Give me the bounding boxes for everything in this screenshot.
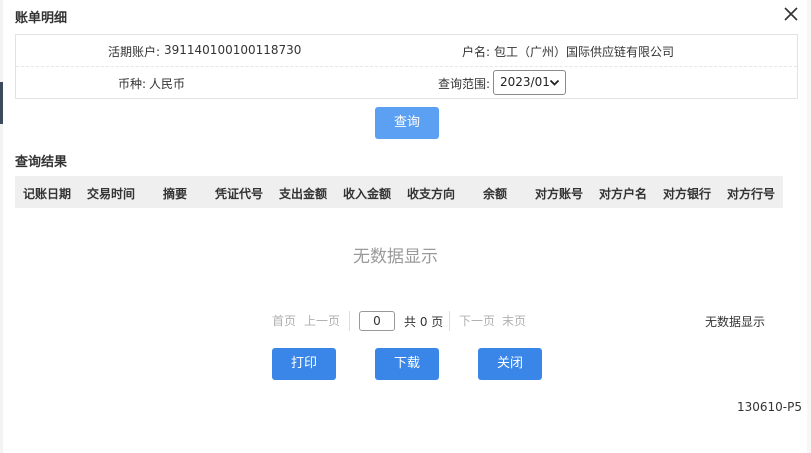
account-label: 活期账户:: [107, 45, 160, 59]
query-range-value: 2023/01: [500, 75, 550, 89]
pager-status: 无数据显示: [705, 315, 766, 329]
column-header: 收支方向: [406, 187, 455, 201]
empty-state-text: 无数据显示: [353, 247, 438, 267]
download-button[interactable]: 下载: [375, 348, 439, 380]
last-page-link[interactable]: 末页: [502, 312, 526, 329]
column-header: 对方户名: [598, 187, 647, 201]
results-title: 查询结果: [15, 155, 68, 170]
info-row: 活期账户: 391140100100118730 户名: 包工（广州）国际供应链…: [16, 35, 797, 67]
column-header: 收入金额: [342, 187, 391, 201]
column-header: 摘要: [162, 187, 187, 201]
query-range-label: 查询范围:: [437, 77, 490, 91]
account-name-label: 户名:: [461, 45, 490, 59]
scrollbar-track: [807, 0, 811, 453]
pager-divider: [449, 311, 450, 331]
background-edge: [0, 0, 3, 453]
print-button[interactable]: 打印: [272, 348, 336, 380]
column-header: 交易时间: [86, 187, 135, 201]
close-button[interactable]: 关闭: [478, 348, 542, 380]
account-value: 391140100100118730: [164, 43, 302, 57]
page-code: 130610-P5: [737, 400, 803, 414]
currency-label: 币种:: [117, 77, 146, 91]
column-header: 支出金额: [278, 187, 327, 201]
background-edge-dark: [0, 82, 3, 124]
close-icon[interactable]: [781, 4, 801, 24]
prev-page-link[interactable]: 上一页: [304, 312, 340, 329]
account-info-panel: 活期账户: 391140100100118730 户名: 包工（广州）国际供应链…: [15, 34, 798, 99]
first-page-link[interactable]: 首页: [272, 312, 296, 329]
results-table-header: 记账日期 交易时间 摘要 凭证代号 支出金额 收入金额 收支方向 余额 对方账号…: [15, 176, 783, 208]
next-page-link[interactable]: 下一页: [459, 312, 495, 329]
column-header: 记账日期: [22, 187, 71, 201]
currency-value: 人民币: [149, 77, 186, 91]
account-name-value: 包工（广州）国际供应链有限公司: [494, 45, 675, 59]
page-number-input[interactable]: 0: [359, 311, 395, 331]
column-header: 凭证代号: [214, 187, 263, 201]
column-header: 对方行号: [726, 187, 775, 201]
page-total: 共 0 页: [404, 315, 444, 329]
column-header: 对方账号: [534, 187, 583, 201]
chevron-down-icon: [549, 77, 560, 91]
query-range-select[interactable]: 2023/01: [493, 70, 566, 95]
pager-divider: [349, 311, 350, 331]
column-header: 对方银行: [662, 187, 711, 201]
query-button[interactable]: 查询: [375, 107, 439, 139]
info-row: 币种: 人民币 查询范围: 2023/01: [16, 67, 797, 99]
dialog-title: 账单明细: [15, 11, 68, 26]
column-header: 余额: [482, 187, 507, 201]
